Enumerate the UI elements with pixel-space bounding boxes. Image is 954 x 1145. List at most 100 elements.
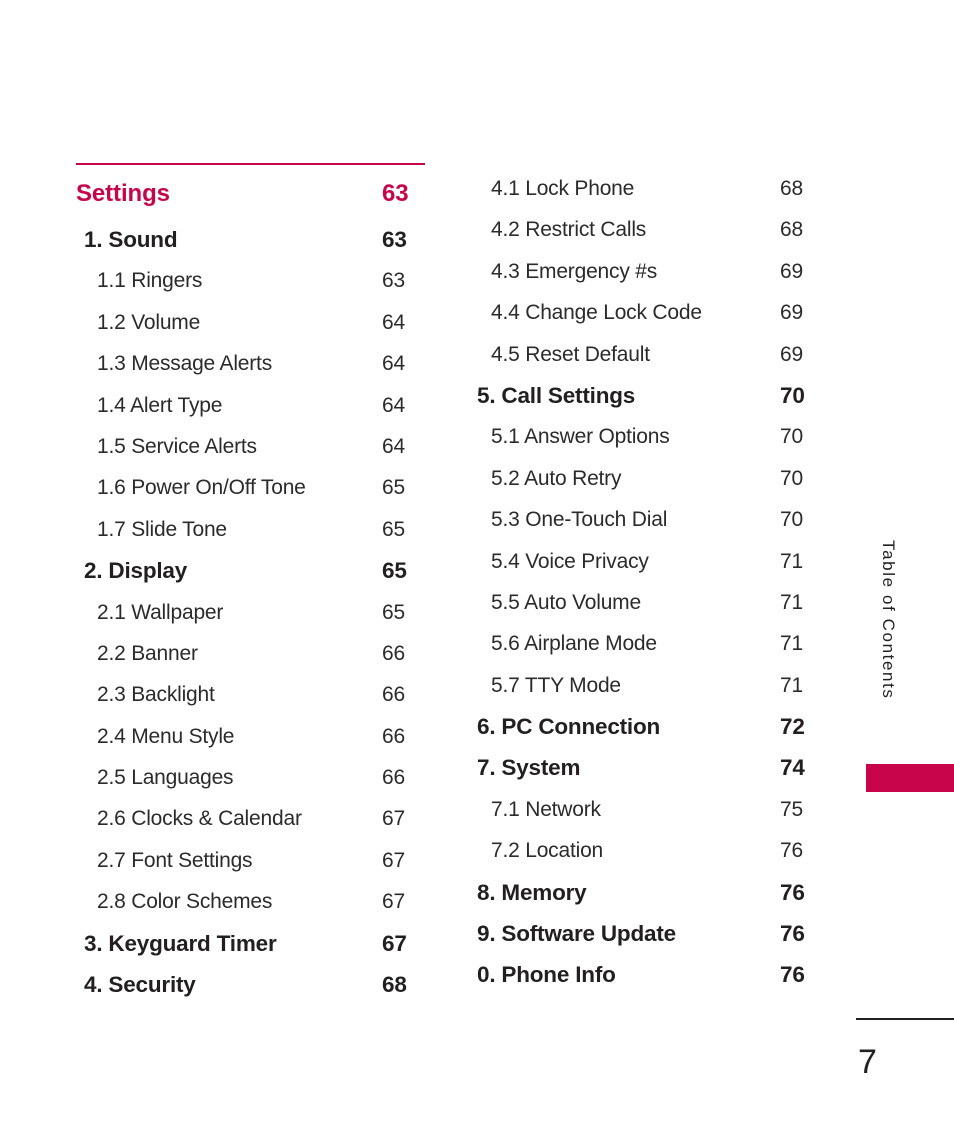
toc-entry-label: 4.3 Emergency #s (491, 259, 658, 283)
toc-entry-label: 1.2 Volume (97, 310, 201, 334)
toc-entry[interactable]: 4.3 Emergency #s 69 (477, 251, 807, 292)
toc-entry-page-number: 76 (780, 839, 803, 863)
toc-entry-label: 4.1 Lock Phone (491, 177, 635, 200)
toc-entry[interactable]: 0. Phone Info 76 (477, 954, 807, 995)
toc-entry[interactable]: 5.6 Airplane Mode 71 (477, 623, 807, 664)
toc-entry-page-number: 65 (382, 517, 405, 541)
toc-entry-label: 2.7 Font Settings (97, 848, 253, 872)
toc-entry-page-number: 65 (382, 600, 405, 624)
toc-entry[interactable]: 7.2 Location 76 (477, 830, 807, 871)
toc-entry[interactable]: 3. Keyguard Timer 67 (76, 923, 426, 964)
toc-entry[interactable]: 5.7 TTY Mode 71 (477, 665, 807, 706)
side-tab-marker (866, 764, 954, 792)
toc-entry[interactable]: 5.4 Voice Privacy 71 (477, 541, 807, 582)
toc-entry[interactable]: 1.5 Service Alerts 64 (76, 426, 426, 467)
toc-entry-page-number: 64 (382, 434, 405, 458)
toc-entry-page-number: 71 (780, 632, 803, 656)
toc-entry-label: 4. Security (84, 972, 196, 998)
toc-entry-page-number: 68 (382, 972, 407, 998)
toc-entry-label: 5.5 Auto Volume (491, 590, 641, 614)
toc-entry-page-number: 63 (382, 269, 405, 293)
toc-entry[interactable]: 9. Software Update 76 (477, 913, 807, 954)
toc-entry-page-number: 76 (780, 879, 805, 905)
toc-entry[interactable]: 1.1 Ringers 63 (76, 260, 426, 301)
toc-entry-page-number: 66 (382, 683, 405, 707)
toc-entry[interactable]: 5.5 Auto Volume 71 (477, 582, 807, 623)
toc-entry-label: 4.4 Change Lock Code (491, 301, 702, 325)
toc-entry[interactable]: 2.5 Languages 66 (76, 757, 426, 798)
toc-entry-label: 7.1 Network (491, 797, 601, 821)
toc-entry[interactable]: 2.3 Backlight 66 (76, 674, 426, 715)
toc-entry-label: 5.3 One-Touch Dial (491, 508, 668, 532)
toc-entry[interactable]: 1.7 Slide Tone 65 (76, 509, 426, 550)
toc-entry-page-number: 67 (382, 930, 407, 956)
toc-entry[interactable]: 2. Display 65 (76, 550, 426, 591)
toc-entry[interactable]: 1.6 Power On/Off Tone 65 (76, 467, 426, 508)
toc-entry-label: 1.5 Service Alerts (97, 434, 257, 458)
toc-entry[interactable]: 2.4 Menu Style 66 (76, 716, 426, 757)
toc-entry[interactable]: 7. System 74 (477, 747, 807, 788)
toc-entry[interactable]: 4.5 Reset Default 69 (477, 334, 807, 375)
toc-entry-label: 2.6 Clocks & Calendar (97, 807, 302, 831)
section-header-rule (76, 163, 425, 165)
toc-entry[interactable]: 4.4 Change Lock Code 69 (477, 292, 807, 333)
toc-entry-label: 4.2 Restrict Calls (491, 218, 647, 242)
toc-entry[interactable]: 1.2 Volume 64 (76, 302, 426, 343)
toc-entry-page-number: 70 (780, 508, 803, 532)
toc-entry[interactable]: 4. Security 68 (76, 964, 426, 1005)
toc-entry-label: 0. Phone Info (477, 962, 616, 988)
toc-entry-label: 1.1 Ringers (97, 269, 203, 293)
toc-entry-label: 7.2 Location (491, 839, 604, 863)
toc-entry[interactable]: 2.1 Wallpaper 65 (76, 592, 426, 633)
footer-rule (856, 1018, 954, 1020)
toc-list-left: Settings 63 1. Sound 63 1.1 Ringers 63 1.2 Vol… (76, 169, 426, 1005)
toc-entry-page-number: 68 (780, 177, 803, 200)
toc-entry-page-number: 76 (780, 962, 805, 988)
toc-entry-page-number: 63 (382, 180, 409, 207)
toc-entry[interactable]: 4.2 Restrict Calls 68 (477, 209, 807, 250)
toc-entry-page-number: 64 (382, 310, 405, 334)
toc-entry[interactable]: 8. Memory 76 (477, 872, 807, 913)
toc-entry-page-number: 66 (382, 724, 405, 748)
toc-entry-page-number: 69 (780, 259, 803, 283)
toc-entry-page-number: 65 (382, 558, 407, 584)
page-number: 7 (858, 1043, 877, 1081)
toc-entry[interactable]: 1.4 Alert Type 64 (76, 385, 426, 426)
toc-entry[interactable]: 2.2 Banner 66 (76, 633, 426, 674)
toc-entry[interactable]: 4.1 Lock Phone 68 (477, 168, 807, 209)
toc-entry[interactable]: 6. PC Connection 72 (477, 706, 807, 747)
toc-entry[interactable]: 1. Sound 63 (76, 219, 426, 260)
toc-entry[interactable]: 2.7 Font Settings 67 (76, 840, 426, 881)
toc-entry-page-number: 76 (780, 921, 805, 947)
toc-entry-page-number: 75 (780, 797, 803, 821)
toc-entry-label: 1.6 Power On/Off Tone (97, 476, 306, 500)
toc-entry-page-number: 71 (780, 673, 803, 697)
toc-list-right: 4.1 Lock Phone 68 4.2 Restrict Calls 68 4.3 … (477, 168, 807, 996)
toc-entry-label: 4.5 Reset Default (491, 342, 650, 366)
toc-entry-label: 1.4 Alert Type (97, 393, 223, 417)
toc-entry-label: 5.7 TTY Mode (491, 673, 621, 697)
toc-entry[interactable]: 5.3 One-Touch Dial 70 (477, 499, 807, 540)
toc-entry-label: 1.3 Message Alerts (97, 352, 272, 376)
toc-entry-label: 5.2 Auto Retry (491, 466, 622, 490)
toc-entry-page-number: 71 (780, 590, 803, 614)
toc-entry-label: 2.5 Languages (97, 766, 234, 790)
toc-entry-page-number: 65 (382, 476, 405, 500)
toc-entry-label: 2.8 Color Schemes (97, 890, 273, 914)
toc-entry-page-number: 71 (780, 549, 803, 573)
toc-entry[interactable]: 7.1 Network 75 (477, 789, 807, 830)
toc-entry-label: 5.1 Answer Options (491, 425, 670, 449)
toc-entry[interactable]: 5.2 Auto Retry 70 (477, 458, 807, 499)
toc-entry[interactable]: 2.8 Color Schemes 67 (76, 881, 426, 922)
toc-entry[interactable]: 5. Call Settings 70 (477, 375, 807, 416)
toc-entry-label: 7. System (477, 755, 581, 781)
toc-entry-page-number: 67 (382, 807, 405, 831)
toc-entry-page-number: 74 (780, 755, 805, 781)
toc-entry[interactable]: Settings 63 (76, 169, 426, 219)
toc-entry-label: Settings (76, 180, 170, 207)
toc-entry-label: 1. Sound (84, 227, 178, 252)
toc-entry[interactable]: 1.3 Message Alerts 64 (76, 343, 426, 384)
toc-entry-page-number: 70 (780, 382, 805, 408)
toc-entry[interactable]: 5.1 Answer Options 70 (477, 416, 807, 457)
toc-entry[interactable]: 2.6 Clocks & Calendar 67 (76, 798, 426, 839)
